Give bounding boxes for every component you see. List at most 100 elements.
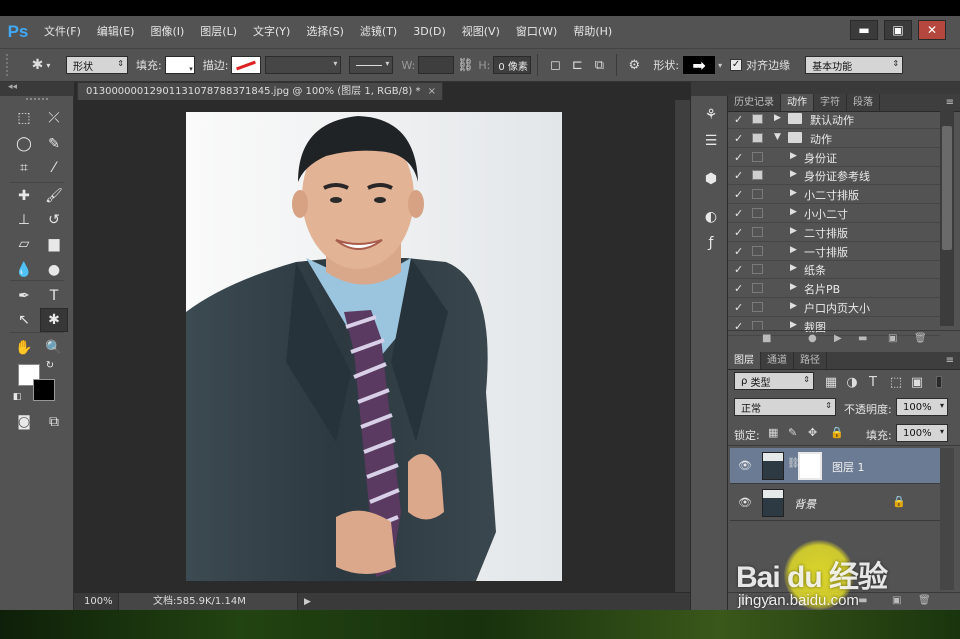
expand-right-icon[interactable]: ▶ bbox=[790, 282, 797, 292]
check-icon[interactable]: ✓ bbox=[734, 188, 743, 201]
dialog-toggle-icon[interactable] bbox=[752, 264, 763, 275]
eye-icon[interactable]: 👁 bbox=[738, 496, 752, 509]
align-edges-checkbox[interactable]: ✓ bbox=[730, 59, 743, 71]
shape-picker[interactable]: ➡ bbox=[682, 55, 717, 75]
actions-scrollbar[interactable] bbox=[940, 110, 954, 326]
tab-layers[interactable]: 图层 bbox=[728, 352, 761, 369]
adjustments-icon[interactable]: ◐ bbox=[700, 206, 722, 228]
quick-mask-icon[interactable]: ◙ bbox=[10, 410, 38, 434]
marquee-tool-icon[interactable]: ⬚ bbox=[10, 106, 38, 130]
stroke-type-select[interactable]: ▾ bbox=[349, 56, 394, 74]
canvas-vertical-scrollbar[interactable] bbox=[674, 100, 690, 592]
dialog-toggle-icon[interactable] bbox=[752, 114, 763, 124]
tab-paragraph[interactable]: 段落 bbox=[847, 94, 880, 111]
healing-brush-tool-icon[interactable]: ✚ bbox=[10, 184, 38, 208]
tab-channels[interactable]: 通道 bbox=[761, 352, 794, 369]
properties-fx-icon[interactable]: ƒ bbox=[700, 232, 722, 254]
image-canvas[interactable] bbox=[186, 112, 562, 581]
menu-file[interactable]: 文件(F) bbox=[36, 16, 89, 48]
stop-icon[interactable]: ■ bbox=[762, 333, 771, 344]
check-icon[interactable]: ✓ bbox=[734, 226, 743, 239]
fx-icon[interactable]: ƒ bbox=[768, 595, 772, 606]
close-tab-icon[interactable]: × bbox=[428, 83, 436, 100]
width-field[interactable] bbox=[418, 56, 455, 74]
play-icon[interactable]: ▶ bbox=[834, 333, 842, 344]
document-tab[interactable]: 0130000001290113107878837184​5.jpg @ 100… bbox=[77, 82, 443, 100]
record-icon[interactable]: ● bbox=[808, 333, 817, 344]
dialog-toggle-icon[interactable] bbox=[752, 132, 763, 143]
default-colors-icon[interactable]: ◧ bbox=[10, 390, 24, 404]
new-layer-icon[interactable]: ▣ bbox=[892, 595, 901, 606]
pen-tool-icon[interactable]: ✒ bbox=[10, 284, 38, 308]
lock-all-icon[interactable]: 🔒 bbox=[830, 426, 844, 439]
expand-down-icon[interactable]: ▼ bbox=[774, 132, 781, 142]
minimize-button[interactable]: ▬ bbox=[850, 20, 878, 40]
check-icon[interactable]: ✓ bbox=[734, 169, 743, 182]
new-action-icon[interactable]: ▣ bbox=[888, 333, 897, 344]
tab-history[interactable]: 历史记录 bbox=[728, 94, 781, 111]
expand-right-icon[interactable]: ▶ bbox=[790, 188, 797, 198]
menu-help[interactable]: 帮助(H) bbox=[565, 16, 620, 48]
stroke-width-field[interactable]: ▾ bbox=[265, 56, 342, 74]
layers-scrollbar[interactable] bbox=[940, 448, 954, 590]
tab-paths[interactable]: 路径 bbox=[794, 352, 827, 369]
lock-pixels-icon[interactable]: ✎ bbox=[788, 426, 797, 439]
tool-preset-picker[interactable]: ✱ ▾ bbox=[22, 54, 60, 76]
options-grip[interactable] bbox=[6, 54, 14, 76]
check-icon[interactable]: ✓ bbox=[734, 263, 743, 276]
menu-type[interactable]: 文字(Y) bbox=[245, 16, 298, 48]
expand-right-icon[interactable]: ▶ bbox=[790, 263, 797, 273]
expand-right-icon[interactable]: ▶ bbox=[790, 245, 797, 255]
dialog-toggle-icon[interactable] bbox=[752, 245, 763, 256]
path-selection-tool-icon[interactable]: ↖ bbox=[10, 308, 38, 332]
expand-right-icon[interactable]: ▶ bbox=[790, 207, 797, 217]
screen-mode-icon[interactable]: ⧉ bbox=[40, 410, 68, 434]
pixel-filter-icon[interactable]: ▦ bbox=[820, 371, 842, 393]
delete-icon[interactable]: 🗑 bbox=[914, 333, 927, 344]
menu-filter[interactable]: 滤镜(T) bbox=[352, 16, 405, 48]
menu-image[interactable]: 图像(I) bbox=[142, 16, 192, 48]
layer-name[interactable]: 图层 1 bbox=[832, 459, 865, 475]
action-row[interactable]: ✓ ▶ 一寸排版 bbox=[728, 242, 940, 261]
dialog-toggle-icon[interactable] bbox=[752, 170, 763, 181]
dialog-toggle-icon[interactable] bbox=[752, 208, 763, 218]
eye-icon[interactable]: 👁 bbox=[738, 459, 752, 472]
tab-character[interactable]: 字符 bbox=[814, 94, 847, 111]
check-icon[interactable]: ✓ bbox=[734, 132, 743, 145]
expand-right-icon[interactable]: ▶ bbox=[790, 320, 797, 330]
layer-row[interactable]: 👁 ⛓ 图层 1 bbox=[730, 448, 940, 484]
expand-right-icon[interactable]: ▶ bbox=[790, 301, 797, 311]
link-layers-icon[interactable]: ⛓ bbox=[738, 595, 751, 606]
dodge-tool-icon[interactable]: ● bbox=[40, 258, 68, 282]
layer-row[interactable]: 👁 背景 🔒 bbox=[730, 485, 940, 521]
brush-tool-icon[interactable]: 🖌 bbox=[40, 184, 68, 208]
lasso-tool-icon[interactable]: ◯ bbox=[10, 132, 38, 156]
check-icon[interactable]: ✓ bbox=[734, 207, 743, 220]
add-mask-icon[interactable]: ◙ bbox=[798, 595, 808, 606]
quick-selection-tool-icon[interactable]: ✎ bbox=[40, 132, 68, 156]
menu-edit[interactable]: 编辑(E) bbox=[89, 16, 143, 48]
status-menu-arrow-icon[interactable]: ▶ bbox=[304, 597, 311, 607]
dialog-toggle-icon[interactable] bbox=[752, 283, 763, 294]
check-icon[interactable]: ✓ bbox=[734, 245, 743, 258]
brush-settings-icon[interactable]: ☰ bbox=[700, 130, 722, 152]
dialog-toggle-icon[interactable] bbox=[752, 302, 763, 312]
tab-actions[interactable]: 动作 bbox=[781, 94, 814, 111]
history-brush-tool-icon[interactable]: ↺ bbox=[40, 208, 68, 232]
hand-tool-icon[interactable]: ✋ bbox=[10, 336, 38, 360]
dialog-toggle-icon[interactable] bbox=[752, 151, 763, 162]
toolbar-grip[interactable] bbox=[26, 98, 48, 101]
expand-right-icon[interactable]: ▶ bbox=[790, 226, 797, 236]
action-row[interactable]: ✓ ▶ 小二寸排版 bbox=[728, 185, 940, 205]
height-field[interactable]: 0 像素 bbox=[493, 56, 532, 74]
layer-mask-thumbnail[interactable] bbox=[798, 452, 822, 480]
tool-mode-select[interactable]: 形状 ⇕ bbox=[66, 56, 128, 74]
filter-toggle[interactable] bbox=[936, 376, 942, 388]
lock-position-icon[interactable]: ✥ bbox=[808, 426, 817, 439]
gear-icon[interactable]: ⚙ bbox=[623, 54, 645, 76]
menu-window[interactable]: 窗口(W) bbox=[508, 16, 565, 48]
opacity-field[interactable]: 100% ▾ bbox=[896, 398, 948, 416]
menu-view[interactable]: 视图(V) bbox=[454, 16, 508, 48]
dialog-toggle-icon[interactable] bbox=[752, 189, 763, 200]
crop-tool-icon[interactable]: ⌗ bbox=[10, 156, 38, 180]
